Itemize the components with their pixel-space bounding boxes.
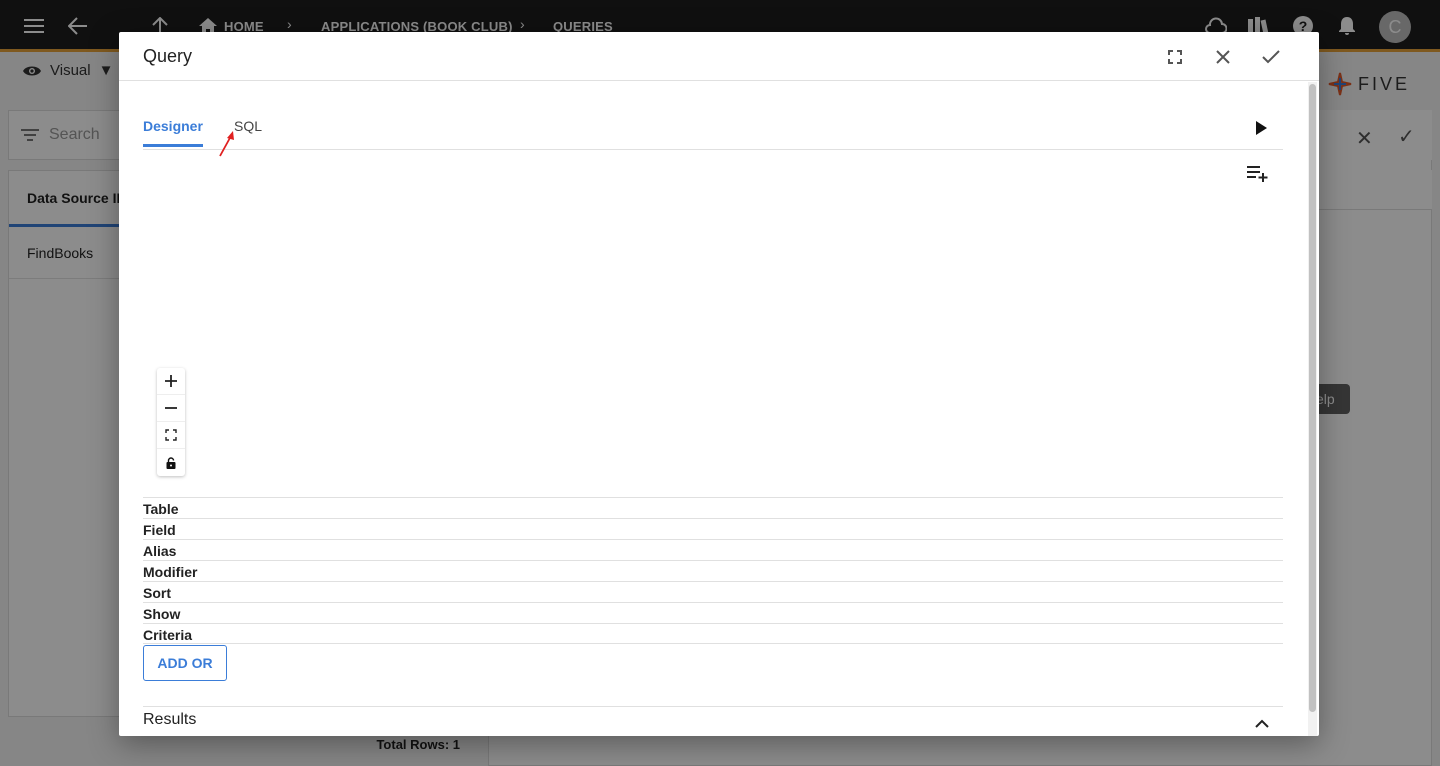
play-icon [1256,121,1267,135]
run-query-button[interactable] [1249,116,1273,140]
add-table-button[interactable] [1247,164,1271,188]
dialog-scrollbar[interactable] [1308,82,1317,736]
grid-row-alias: Alias [143,539,1283,560]
minus-icon [165,407,177,409]
fullscreen-icon [1168,50,1182,64]
grid-row-criteria: Criteria [143,623,1283,644]
add-or-button[interactable]: ADD OR [143,645,227,681]
close-icon [1216,50,1230,64]
results-label: Results [143,711,197,728]
zoom-controls [157,368,185,476]
query-dialog: Query Designer SQL Table Field Alias Mod… [119,32,1319,736]
dialog-title: Query [143,46,193,66]
grid-row-modifier: Modifier [143,560,1283,581]
playlist-add-icon [1247,166,1268,182]
query-grid: Table Field Alias Modifier Sort Show Cri… [143,497,1283,644]
grid-row-field: Field [143,518,1283,539]
lock-button[interactable] [157,449,185,476]
zoom-in-button[interactable] [157,368,185,395]
zoom-out-button[interactable] [157,395,185,422]
dialog-tabs: Designer SQL [143,112,1283,150]
fullscreen-button[interactable] [1162,44,1188,70]
fit-view-icon [165,429,177,441]
annotation-arrow [219,131,234,157]
plus-icon [165,375,177,387]
dialog-header: Query [119,32,1319,81]
tab-designer[interactable]: Designer [143,118,203,147]
save-dialog-button[interactable] [1258,44,1284,70]
close-dialog-button[interactable] [1210,44,1236,70]
fit-view-button[interactable] [157,422,185,449]
scrollbar-thumb[interactable] [1309,84,1316,712]
grid-row-sort: Sort [143,581,1283,602]
results-collapse-button[interactable] [1255,715,1275,735]
grid-row-table: Table [143,497,1283,518]
grid-row-show: Show [143,602,1283,623]
chevron-up-icon [1255,719,1269,728]
tab-sql[interactable]: SQL [234,118,262,144]
check-icon [1262,50,1280,64]
results-panel: Results [143,706,1283,736]
lock-icon [166,456,176,469]
